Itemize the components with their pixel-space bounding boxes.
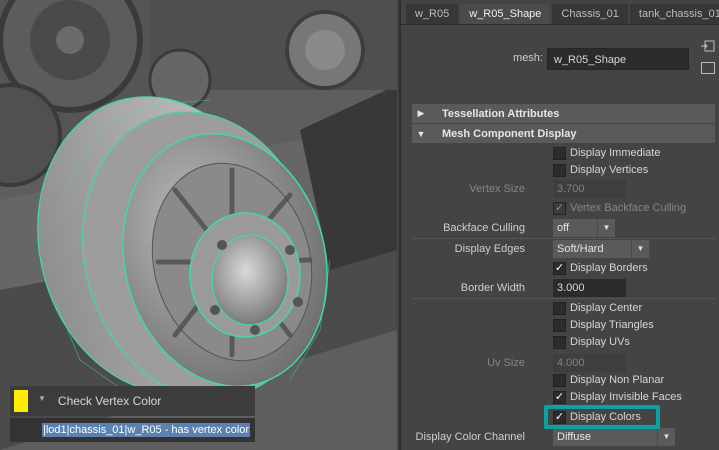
chevron-down-icon: ▼ (657, 428, 675, 446)
display-center-checkbox[interactable] (553, 302, 566, 315)
mesh-row: mesh: w_R05_Shape (401, 48, 701, 70)
display-color-channel-dropdown[interactable]: Diffuse ▼ (553, 428, 675, 446)
display-color-channel-value: Diffuse (557, 431, 592, 443)
check-result-row[interactable]: |lod1|chassis_01|w_R05 - has vertex colo… (10, 418, 255, 442)
display-colors-highlight (544, 405, 660, 429)
border-width-row: Border Width 3.000 (412, 279, 715, 297)
3d-viewport[interactable]: ▼ Check Vertex Color |lod1|chassis_01|w_… (0, 0, 397, 450)
display-center-label: Display Center (570, 302, 643, 314)
section-tessellation[interactable]: ▶ Tessellation Attributes (412, 104, 715, 123)
display-borders-checkbox[interactable]: ✓ (553, 262, 566, 275)
display-triangles-row: Display Triangles (412, 317, 715, 335)
section-tessellation-title: Tessellation Attributes (442, 107, 560, 120)
display-vertices-checkbox[interactable] (553, 164, 566, 177)
display-non-planar-row: Display Non Planar (412, 372, 715, 390)
display-non-planar-label: Display Non Planar (570, 374, 665, 386)
presets-icon[interactable] (701, 62, 715, 74)
focus-icon[interactable] (701, 40, 715, 52)
mesh-label: mesh: (513, 52, 543, 64)
display-color-channel-label: Display Color Channel (415, 431, 525, 443)
check-vertex-color-bar[interactable]: ▼ Check Vertex Color (10, 386, 255, 416)
divider (412, 238, 715, 239)
vertex-backface-checkbox[interactable]: ✓ (553, 202, 566, 215)
tab-tank-chassis-01[interactable]: tank_chassis_01 (629, 4, 719, 24)
display-triangles-checkbox[interactable] (553, 319, 566, 332)
vertex-backface-label: Vertex Backface Culling (570, 202, 687, 214)
check-result-text[interactable]: |lod1|chassis_01|w_R05 - has vertex colo… (42, 423, 251, 437)
vertex-backface-row: ✓ Vertex Backface Culling (412, 200, 715, 218)
chevron-down-icon[interactable]: ▼ (38, 394, 46, 403)
vertex-size-field[interactable]: 3.700 (553, 180, 626, 198)
display-uvs-checkbox[interactable] (553, 336, 566, 349)
attribute-editor: w_R05 w_R05_Shape Chassis_01 tank_chassi… (399, 0, 719, 450)
display-uvs-label: Display UVs (570, 336, 630, 348)
display-invisible-faces-checkbox[interactable]: ✓ (553, 391, 566, 404)
divider (412, 298, 715, 299)
backface-culling-row: Backface Culling off ▼ (412, 219, 715, 237)
display-edges-label: Display Edges (454, 243, 525, 255)
display-invisible-faces-label: Display Invisible Faces (570, 391, 682, 403)
display-borders-label: Display Borders (570, 262, 648, 274)
display-immediate-label: Display Immediate (570, 147, 661, 159)
wheel-render (0, 0, 397, 450)
chevron-down-icon: ▼ (597, 219, 615, 237)
vertex-size-row: Vertex Size 3.700 (412, 180, 715, 198)
display-borders-row: ✓ Display Borders (412, 260, 715, 278)
display-vertices-row: Display Vertices (412, 162, 715, 180)
tab-w-r05[interactable]: w_R05 (406, 4, 459, 24)
node-tabs: w_R05 w_R05_Shape Chassis_01 tank_chassi… (406, 4, 719, 24)
section-mesh-component-display[interactable]: ▼ Mesh Component Display (412, 124, 715, 143)
backface-culling-value: off (557, 222, 570, 234)
expand-arrow-icon: ▶ (417, 108, 425, 118)
section-mesh-component-title: Mesh Component Display (442, 127, 577, 140)
backface-culling-label: Backface Culling (443, 222, 525, 234)
display-triangles-label: Display Triangles (570, 319, 654, 331)
uv-size-row: Uv Size 4.000 (412, 354, 715, 372)
display-vertices-label: Display Vertices (570, 164, 649, 176)
tab-divider (401, 24, 719, 25)
mesh-name-field[interactable]: w_R05_Shape (547, 48, 689, 70)
collapse-arrow-icon: ▼ (416, 128, 426, 139)
display-edges-value: Soft/Hard (557, 243, 604, 255)
display-uvs-row: Display UVs (412, 334, 715, 352)
border-width-field[interactable]: 3.000 (553, 279, 626, 297)
display-color-channel-row: Display Color Channel Diffuse ▼ (412, 428, 715, 446)
status-swatch (14, 390, 28, 412)
display-center-row: Display Center (412, 300, 715, 318)
uv-size-label: Uv Size (487, 357, 525, 369)
display-non-planar-checkbox[interactable] (553, 374, 566, 387)
chevron-down-icon: ▼ (631, 240, 649, 258)
tab-chassis-01[interactable]: Chassis_01 (552, 4, 628, 24)
display-immediate-checkbox[interactable] (553, 147, 566, 160)
uv-size-field[interactable]: 4.000 (553, 354, 626, 372)
border-width-label: Border Width (460, 282, 525, 294)
display-edges-row: Display Edges Soft/Hard ▼ (412, 240, 715, 258)
display-edges-dropdown[interactable]: Soft/Hard ▼ (553, 240, 649, 258)
display-immediate-row: Display Immediate (412, 145, 715, 163)
tab-w-r05-shape[interactable]: w_R05_Shape (460, 4, 551, 24)
backface-culling-dropdown[interactable]: off ▼ (553, 219, 615, 237)
vertex-size-label: Vertex Size (469, 183, 525, 195)
check-vertex-color-label: Check Vertex Color (57, 394, 162, 408)
